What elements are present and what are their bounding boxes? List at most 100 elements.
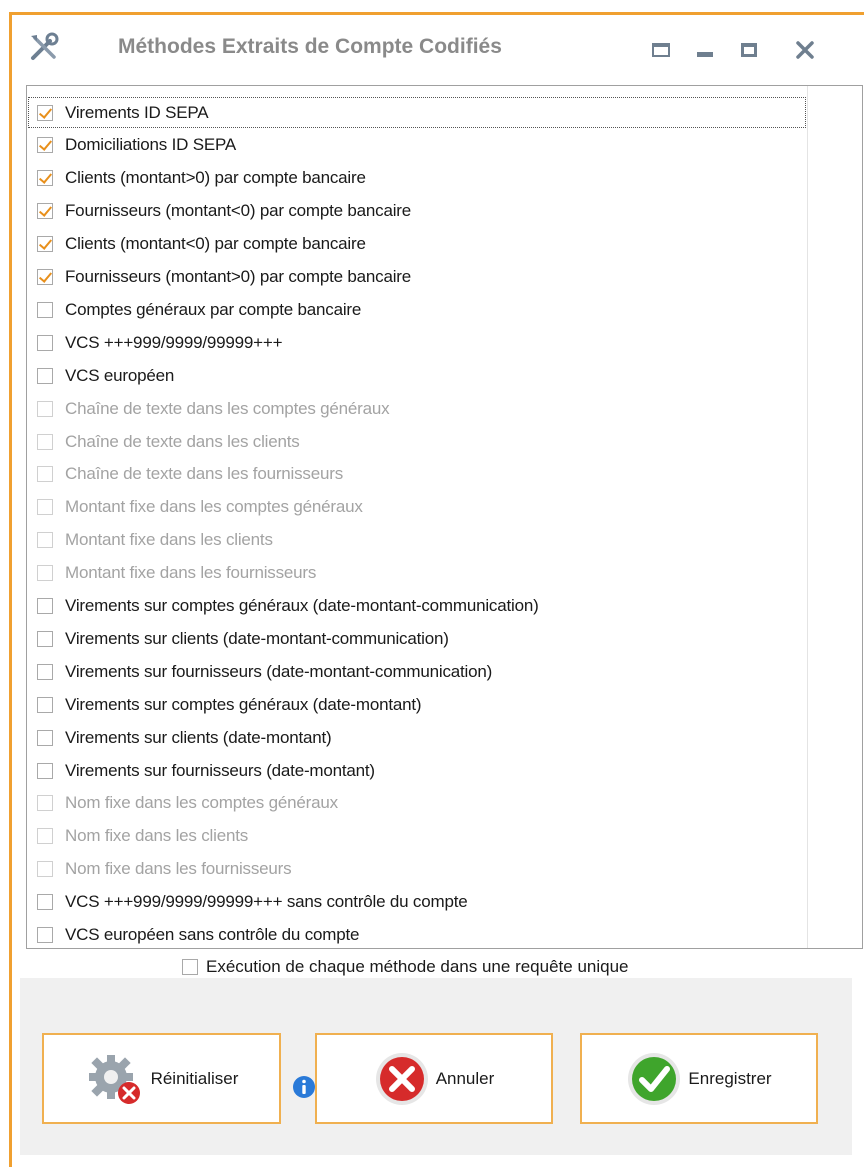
cancel-button-label: Annuler (435, 1068, 495, 1088)
method-row: Montant fixe dans les clients (27, 524, 807, 557)
method-row: Nom fixe dans les clients (27, 820, 807, 853)
method-row: Montant fixe dans les comptes généraux (27, 491, 807, 524)
pin-icon[interactable] (648, 37, 674, 63)
method-checkbox[interactable] (37, 367, 53, 384)
method-label: Virements sur fournisseurs (date-montant… (65, 661, 493, 681)
method-label: Virements ID SEPA (65, 102, 209, 122)
single-query-checkbox[interactable] (182, 959, 198, 975)
minimize-icon[interactable] (692, 37, 718, 63)
gear-error-icon (88, 1054, 140, 1104)
method-checkbox (37, 828, 53, 845)
method-label: VCS +++999/9999/99999+++ sans contrôle d… (65, 892, 468, 912)
single-query-label: Exécution de chaque méthode dans une req… (206, 957, 629, 976)
method-label: Virements sur fournisseurs (date-montant… (65, 760, 375, 780)
info-icon[interactable] (292, 1075, 316, 1099)
method-label: Chaîne de texte dans les clients (65, 431, 300, 451)
cancel-button[interactable]: Annuler (315, 1033, 553, 1124)
method-row[interactable]: Fournisseurs (montant>0) par compte banc… (27, 261, 807, 294)
method-label: Clients (montant>0) par compte bancaire (65, 168, 366, 188)
method-checkbox (37, 499, 53, 516)
method-checkbox[interactable] (37, 729, 53, 746)
method-checkbox[interactable] (37, 762, 53, 779)
method-checkbox (37, 795, 53, 812)
method-label: Virements sur comptes généraux (date-mon… (65, 596, 539, 615)
method-label: VCS +++999/9999/99999+++ (65, 332, 283, 352)
method-label: Nom fixe dans les clients (65, 826, 249, 846)
method-checkbox (37, 532, 53, 549)
method-checkbox[interactable] (37, 104, 53, 121)
cancel-x-icon (375, 1052, 428, 1105)
method-row[interactable]: Domiciliations ID SEPA (27, 129, 807, 162)
save-button-label: Enregistrer (688, 1068, 772, 1088)
method-label: Nom fixe dans les fournisseurs (65, 859, 292, 879)
method-row: Chaîne de texte dans les clients (27, 425, 807, 458)
button-bar: Réinitialiser Annuler Enregistrer (20, 978, 852, 1155)
method-row[interactable]: Virements sur comptes généraux (date-mon… (27, 590, 807, 623)
close-icon[interactable] (792, 37, 818, 63)
method-label: Fournisseurs (montant>0) par compte banc… (65, 267, 412, 286)
method-label: Fournisseurs (montant<0) par compte banc… (65, 201, 412, 221)
method-checkbox[interactable] (37, 301, 53, 318)
method-checkbox (37, 400, 53, 417)
method-row[interactable]: VCS européen sans contrôle du compte (27, 919, 807, 949)
method-row: Montant fixe dans les fournisseurs (27, 557, 807, 590)
method-label: Chaîne de texte dans les fournisseurs (65, 464, 343, 484)
method-row: Chaîne de texte dans les fournisseurs (27, 458, 807, 491)
method-checkbox[interactable] (37, 630, 53, 647)
method-row[interactable]: VCS +++999/9999/99999+++ (27, 326, 807, 359)
method-row[interactable]: Virements sur fournisseurs (date-montant… (27, 754, 807, 787)
method-checkbox (37, 466, 53, 483)
method-label: Virements sur clients (date-montant-comm… (65, 628, 449, 648)
method-checkbox[interactable] (37, 598, 53, 614)
method-label: Comptes généraux par compte bancaire (65, 299, 362, 319)
method-label: VCS européen sans contrôle du compte (65, 925, 360, 944)
method-row[interactable]: Virements sur clients (date-montant) (27, 721, 807, 754)
method-label: Domiciliations ID SEPA (65, 135, 237, 155)
method-row[interactable]: Fournisseurs (montant<0) par compte banc… (27, 195, 807, 228)
maximize-icon[interactable] (736, 37, 762, 63)
method-row: Chaîne de texte dans les comptes générau… (27, 392, 807, 425)
method-checkbox[interactable] (37, 170, 53, 187)
method-label: Montant fixe dans les clients (65, 530, 273, 550)
method-checkbox[interactable] (37, 236, 53, 253)
method-checkbox (37, 433, 53, 450)
method-row[interactable]: VCS +++999/9999/99999+++ sans contrôle d… (27, 886, 807, 919)
method-label: Virements sur clients (date-montant) (65, 727, 332, 747)
method-checkbox[interactable] (37, 203, 53, 220)
list-column-divider (807, 86, 808, 948)
method-row[interactable]: Clients (montant>0) par compte bancaire (27, 162, 807, 195)
method-label: Montant fixe dans les comptes généraux (65, 497, 363, 517)
method-row[interactable]: Comptes généraux par compte bancaire (27, 293, 807, 326)
method-checkbox[interactable] (37, 696, 53, 713)
method-row[interactable]: Virements sur comptes généraux (date-mon… (27, 688, 807, 721)
method-checkbox (37, 565, 53, 582)
window-title: Méthodes Extraits de Compte Codifiés (118, 35, 502, 58)
method-checkbox[interactable] (37, 269, 53, 285)
method-checkbox[interactable] (37, 334, 53, 351)
method-label: Virements sur comptes généraux (date-mon… (65, 694, 422, 714)
method-label: Nom fixe dans les comptes généraux (65, 793, 338, 813)
method-label: VCS européen (65, 365, 175, 385)
method-row: Nom fixe dans les comptes généraux (27, 787, 807, 820)
method-checkbox (37, 861, 53, 878)
method-checkbox[interactable] (37, 663, 53, 680)
method-row[interactable]: Virements sur clients (date-montant-comm… (27, 622, 807, 655)
save-button[interactable]: Enregistrer (580, 1033, 818, 1124)
methods-checklist[interactable]: Virements ID SEPA Domiciliations ID SEPA C… (26, 85, 863, 949)
method-label: Montant fixe dans les fournisseurs (65, 563, 317, 583)
method-checkbox[interactable] (37, 137, 53, 154)
method-row[interactable]: Clients (montant<0) par compte bancaire (27, 228, 807, 261)
single-query-option[interactable]: Exécution de chaque méthode dans une req… (182, 957, 629, 977)
method-row[interactable]: Virements ID SEPA (27, 96, 807, 129)
reset-button-label: Réinitialiser (150, 1068, 239, 1088)
method-row[interactable]: Virements sur fournisseurs (date-montant… (27, 655, 807, 688)
tools-icon (31, 32, 59, 60)
method-row: Nom fixe dans les fournisseurs (27, 853, 807, 886)
method-row[interactable]: VCS européen (27, 359, 807, 392)
method-label: Clients (montant<0) par compte bancaire (65, 234, 366, 254)
method-label: Chaîne de texte dans les comptes générau… (65, 398, 390, 418)
title-bar: Méthodes Extraits de Compte Codifiés (12, 15, 864, 81)
method-checkbox[interactable] (37, 894, 53, 911)
method-checkbox[interactable] (37, 927, 53, 943)
reset-button[interactable]: Réinitialiser (42, 1033, 281, 1124)
